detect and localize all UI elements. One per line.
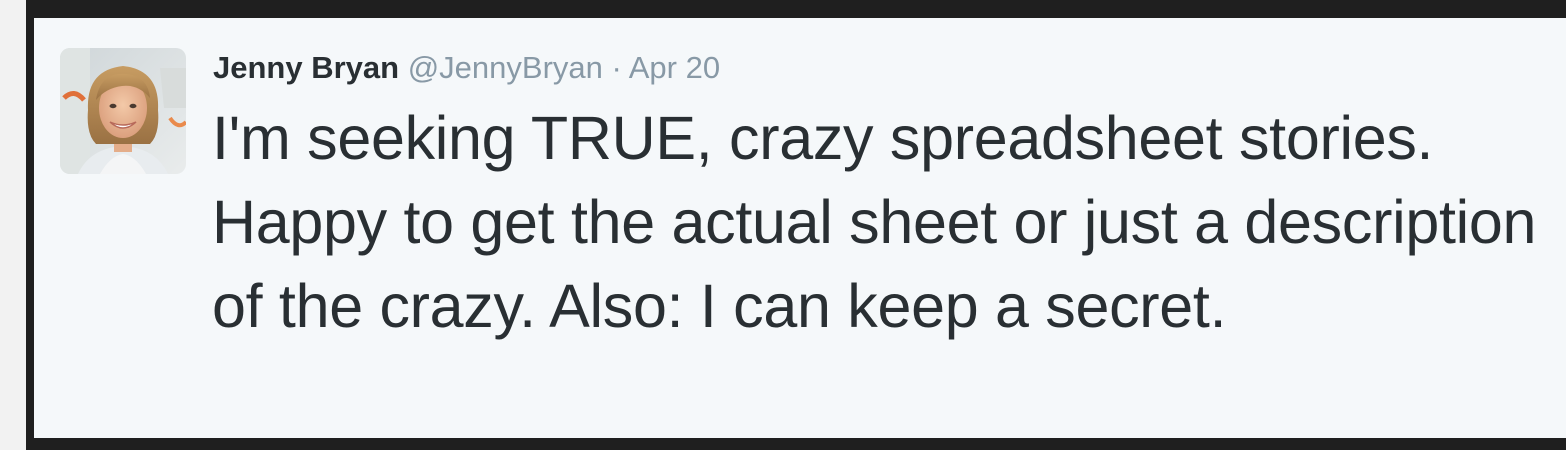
tweet-text: I'm seeking TRUE, crazy spreadsheet stor… (212, 104, 1537, 340)
tweet-header: Jenny Bryan @JennyBryan · Apr 20 (213, 48, 720, 88)
profile-photo-icon (60, 48, 186, 174)
tweet-timestamp[interactable]: Apr 20 (629, 50, 720, 85)
window-edge (0, 0, 26, 450)
header-separator: · (611, 50, 622, 85)
author-name[interactable]: Jenny Bryan (213, 50, 399, 85)
author-handle[interactable]: @JennyBryan (408, 50, 603, 85)
avatar[interactable] (60, 48, 186, 174)
tweet-card[interactable]: Jenny Bryan @JennyBryan · Apr 20 I'm see… (34, 18, 1566, 438)
